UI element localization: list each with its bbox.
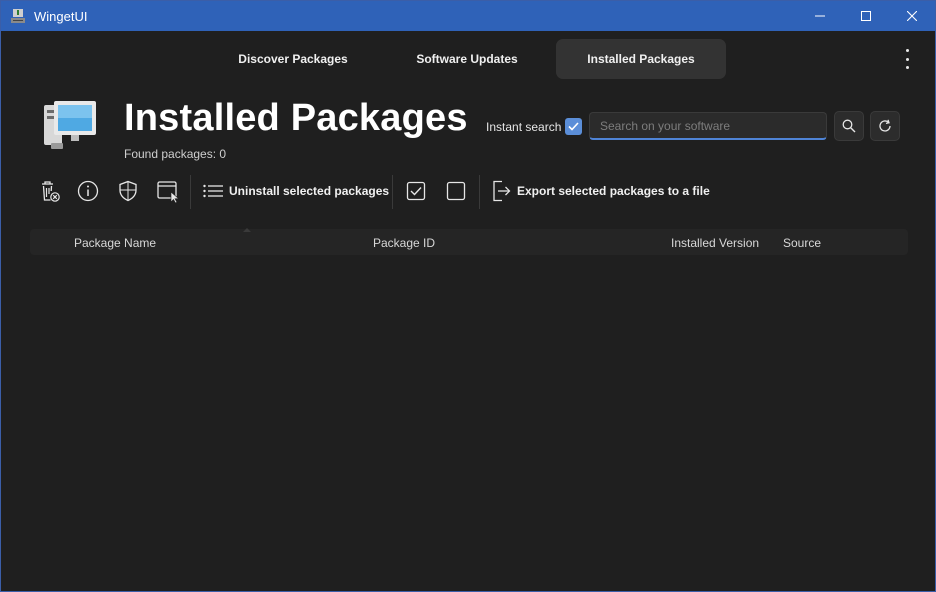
info-icon xyxy=(77,180,99,202)
tab-installed-packages[interactable]: Installed Packages xyxy=(556,39,726,79)
search-input[interactable] xyxy=(589,112,827,140)
close-icon xyxy=(907,11,917,21)
computer-icon xyxy=(44,101,96,149)
column-package-name[interactable]: Package Name xyxy=(74,236,156,250)
window-title: WingetUI xyxy=(34,8,88,24)
shield-icon xyxy=(119,180,137,202)
toolbar-separator xyxy=(479,175,480,209)
tab-software-updates[interactable]: Software Updates xyxy=(382,39,552,79)
search-icon xyxy=(842,119,856,133)
found-packages-count: Found packages: 0 xyxy=(124,147,227,161)
export-icon xyxy=(493,180,511,202)
list-icon xyxy=(203,184,223,198)
page-title: Installed Packages xyxy=(124,97,468,139)
uninstall-button[interactable] xyxy=(35,177,63,205)
packages-table-header: Package Name Package ID Installed Versio… xyxy=(30,228,908,255)
column-source[interactable]: Source xyxy=(783,236,821,250)
sort-indicator-icon xyxy=(243,228,251,232)
instant-search-checkbox[interactable] xyxy=(565,118,582,135)
uncheck-all-icon xyxy=(446,181,466,201)
app-window: WingetUI Discover Packages Software Upda… xyxy=(0,0,936,592)
tab-bar: Discover Packages Software Updates Insta… xyxy=(208,39,730,79)
uninstall-selected-button[interactable]: Uninstall selected packages xyxy=(203,177,389,205)
minimize-icon xyxy=(815,15,825,17)
toolbar-separator xyxy=(392,175,393,209)
app-icon xyxy=(11,9,25,23)
run-as-admin-button[interactable] xyxy=(114,177,142,205)
export-selected-button[interactable]: Export selected packages to a file xyxy=(492,177,710,205)
uninstall-selected-label: Uninstall selected packages xyxy=(229,184,390,198)
instant-search-label: Instant search xyxy=(486,120,562,134)
clear-selection-button[interactable] xyxy=(442,177,470,205)
interactive-install-button[interactable] xyxy=(154,177,182,205)
select-all-button[interactable] xyxy=(402,177,430,205)
check-all-icon xyxy=(406,181,426,201)
packages-table-body xyxy=(30,257,908,577)
close-button[interactable] xyxy=(889,1,935,31)
checkmark-icon xyxy=(568,122,579,131)
search-button[interactable] xyxy=(834,111,864,141)
maximize-button[interactable] xyxy=(843,1,889,31)
uninstall-icon xyxy=(42,181,60,202)
minimize-button[interactable] xyxy=(797,1,843,31)
title-bar: WingetUI xyxy=(1,1,935,31)
window-controls xyxy=(797,1,935,31)
export-selected-label: Export selected packages to a file xyxy=(517,184,710,198)
refresh-button[interactable] xyxy=(870,111,900,141)
toolbar-separator xyxy=(190,175,191,209)
window-cursor-icon xyxy=(157,181,180,203)
maximize-icon xyxy=(861,11,871,21)
refresh-icon xyxy=(879,119,891,132)
more-options-icon[interactable] xyxy=(899,49,915,69)
column-installed-version[interactable]: Installed Version xyxy=(671,236,759,250)
column-package-id[interactable]: Package ID xyxy=(373,236,435,250)
package-info-button[interactable] xyxy=(74,177,102,205)
tab-discover-packages[interactable]: Discover Packages xyxy=(208,39,378,79)
